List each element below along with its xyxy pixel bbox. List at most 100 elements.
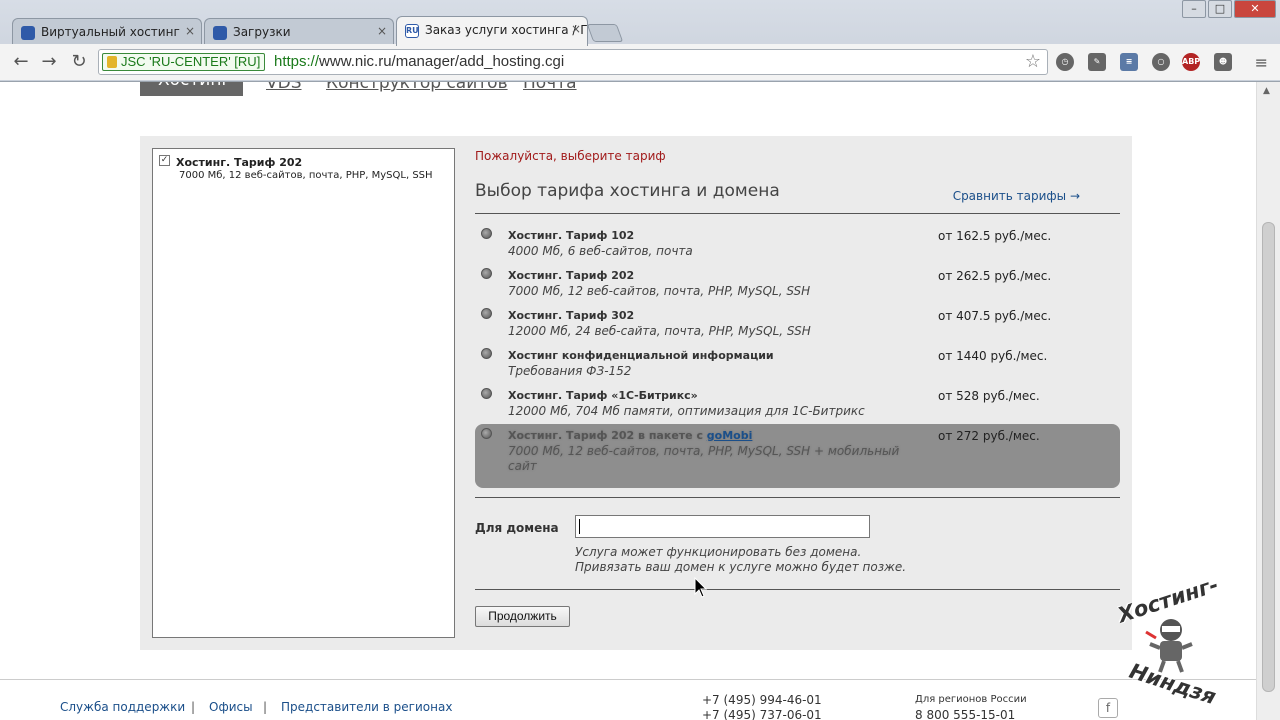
back-icon[interactable]: ← — [10, 52, 32, 72]
tariff-option-confidential[interactable]: Хостинг конфиденциальной информации Треб… — [475, 344, 1120, 384]
page-viewport: Хостинг VDS Конструктор сайтов Почта ✓ Х… — [0, 82, 1256, 720]
tariff-option-gomobi[interactable]: Хостинг. Тариф 202 в пакете с goMobi 700… — [475, 424, 1120, 488]
tariff-description: 12000 Мб, 24 веб-сайта, почта, PHP, MySQ… — [508, 324, 811, 338]
tariff-price: от 1440 руб./мес. — [938, 349, 1048, 363]
summary-description: 7000 Мб, 12 веб-сайтов, почта, PHP, MySQ… — [179, 170, 433, 181]
tariff-price: от 162.5 руб./мес. — [938, 229, 1052, 243]
tariff-selection: Пожалуйста, выберите тариф Выбор тарифа … — [475, 136, 1120, 650]
radio-button[interactable] — [481, 348, 492, 359]
phone-number: 8 800 555-15-01 — [915, 708, 1016, 720]
page-footer: Служба поддержки | Офисы | Представители… — [0, 679, 1256, 720]
hosting-ninja-watermark: Хостинг- Ниндзя — [1108, 572, 1238, 720]
tariff-name: Хостинг. Тариф 302 — [508, 309, 635, 322]
tariff-description: 7000 Мб, 12 веб-сайтов, почта, PHP, MySQ… — [508, 284, 811, 298]
site-favicon-icon — [21, 26, 35, 40]
nav-tab-mail[interactable]: Почта — [523, 82, 577, 92]
radio-button[interactable] — [481, 428, 492, 439]
regional-reps-link[interactable]: Представители в регионах — [281, 700, 452, 714]
tariff-name: Хостинг конфиденциальной информации — [508, 349, 774, 362]
compare-tariffs-link[interactable]: Сравнить тарифы → — [953, 189, 1080, 203]
tariff-name-text: Хостинг. Тариф 202 в пакете с — [508, 429, 707, 442]
summary-checkbox[interactable]: ✓ — [159, 155, 170, 166]
forward-icon[interactable]: → — [38, 52, 60, 72]
tab-label: Виртуальный хостинг — [41, 25, 180, 39]
reload-icon[interactable]: ↻ — [68, 52, 90, 72]
order-panel: ✓ Хостинг. Тариф 202 7000 Мб, 12 веб-сай… — [140, 136, 1132, 650]
error-message: Пожалуйста, выберите тариф — [475, 149, 666, 163]
nav-tab-vds[interactable]: VDS — [266, 82, 302, 92]
tariff-description: 4000 Мб, 6 веб-сайтов, почта — [508, 244, 693, 258]
tab-hosting-order[interactable]: RU Заказ услуги хостинга / Г × — [396, 16, 588, 46]
tariff-description: 12000 Мб, 704 Мб памяти, оптимизация для… — [508, 404, 865, 418]
tariff-option-102[interactable]: Хостинг. Тариф 102 4000 Мб, 6 веб-сайтов… — [475, 224, 1120, 264]
close-icon[interactable]: × — [377, 24, 387, 38]
site-favicon-icon — [213, 26, 227, 40]
maximize-icon[interactable]: □ — [1208, 0, 1232, 18]
tariff-option-302[interactable]: Хостинг. Тариф 302 12000 Мб, 24 веб-сайт… — [475, 304, 1120, 344]
support-link[interactable]: Служба поддержки — [60, 700, 185, 714]
offices-link[interactable]: Офисы — [209, 700, 253, 714]
divider — [475, 213, 1120, 214]
continue-button[interactable]: Продолжить — [475, 606, 570, 627]
bookmark-star-icon[interactable]: ☆ — [1025, 51, 1041, 72]
url-scheme: https:// — [274, 53, 320, 70]
window-controls: – □ ✕ — [1182, 0, 1276, 20]
domain-label: Для домена — [475, 521, 559, 535]
tariff-price: от 272 руб./мес. — [938, 429, 1040, 443]
regions-label: Для регионов России — [915, 694, 1027, 705]
service-nav: Хостинг VDS Конструктор сайтов Почта — [140, 82, 740, 96]
radio-button[interactable] — [481, 228, 492, 239]
summary-title: Хостинг. Тариф 202 — [176, 156, 303, 169]
evernote-extension-icon[interactable]: ✎ — [1088, 53, 1106, 71]
tariff-option-202[interactable]: Хостинг. Тариф 202 7000 Мб, 12 веб-сайто… — [475, 264, 1120, 304]
window-close-icon[interactable]: ✕ — [1234, 0, 1276, 18]
minimize-icon[interactable]: – — [1182, 0, 1206, 18]
nav-tab-site-builder[interactable]: Конструктор сайтов — [326, 82, 508, 92]
circle-extension-icon[interactable]: ○ — [1152, 53, 1170, 71]
tariff-name: Хостинг. Тариф 202 — [508, 269, 635, 282]
adblock-plus-icon[interactable]: ABP — [1182, 53, 1200, 71]
tariff-name: Хостинг. Тариф «1С-Битрикс» — [508, 389, 698, 402]
domain-hint: Привязать ваш домен к услуге можно будет… — [575, 560, 907, 574]
browser-toolbar: ← → ↻ JSC 'RU-CENTER' [RU] https://www.n… — [0, 44, 1280, 80]
browser-menu-icon[interactable]: ≡ — [1255, 53, 1268, 72]
clock-extension-icon[interactable]: ◷ — [1056, 53, 1074, 71]
phone-number: +7 (495) 737-06-01 — [702, 708, 822, 720]
new-tab-button[interactable] — [586, 24, 624, 42]
phone-number: +7 (495) 994-46-01 — [702, 693, 822, 707]
separator: | — [263, 700, 268, 714]
close-icon[interactable]: × — [185, 24, 195, 38]
tab-virtual-hosting[interactable]: Виртуальный хостинг × — [12, 18, 202, 46]
separator: | — [191, 700, 196, 714]
browser-chrome: Виртуальный хостинг × Загрузки × RU Зака… — [0, 0, 1280, 82]
radio-button[interactable] — [481, 268, 492, 279]
text-caret — [579, 519, 580, 534]
tariff-description: 7000 Мб, 12 веб-сайтов, почта, PHP, MySQ… — [508, 444, 900, 473]
url-path: www.nic.ru/manager/add_hosting.cgi — [319, 53, 565, 70]
domain-hint: Услуга может функционировать без домена. — [575, 545, 862, 559]
mouse-cursor-icon — [694, 577, 708, 598]
mask-extension-icon[interactable]: ☻ — [1214, 53, 1232, 71]
nav-tab-hosting[interactable]: Хостинг — [140, 82, 243, 96]
domain-input[interactable] — [575, 515, 870, 538]
tariff-price: от 407.5 руб./мес. — [938, 309, 1052, 323]
radio-button[interactable] — [481, 388, 492, 399]
close-icon[interactable]: × — [571, 22, 581, 36]
rss-extension-icon[interactable]: ≡ — [1120, 53, 1138, 71]
order-summary: ✓ Хостинг. Тариф 202 7000 Мб, 12 веб-сай… — [152, 148, 455, 638]
gomobi-link[interactable]: goMobi — [707, 429, 753, 442]
divider — [475, 497, 1120, 498]
tariff-option-bitrix[interactable]: Хостинг. Тариф «1С-Битрикс» 12000 Мб, 70… — [475, 384, 1120, 424]
radio-button[interactable] — [481, 308, 492, 319]
tab-downloads[interactable]: Загрузки × — [204, 18, 394, 46]
tab-label: Загрузки — [233, 25, 291, 39]
ev-badge-label: JSC 'RU-CENTER' [RU] — [121, 54, 261, 69]
scroll-up-icon[interactable]: ▲ — [1263, 86, 1270, 96]
ev-certificate-badge[interactable]: JSC 'RU-CENTER' [RU] — [102, 53, 266, 71]
tab-strip: Виртуальный хостинг × Загрузки × RU Зака… — [0, 14, 1160, 46]
tariff-name: Хостинг. Тариф 202 в пакете с goMobi — [508, 429, 752, 442]
scroll-thumb[interactable] — [1262, 222, 1275, 692]
vertical-scrollbar[interactable]: ▲ — [1256, 82, 1280, 720]
address-bar[interactable]: JSC 'RU-CENTER' [RU] https://www.nic.ru/… — [98, 49, 1048, 75]
tariff-price: от 528 руб./мес. — [938, 389, 1040, 403]
